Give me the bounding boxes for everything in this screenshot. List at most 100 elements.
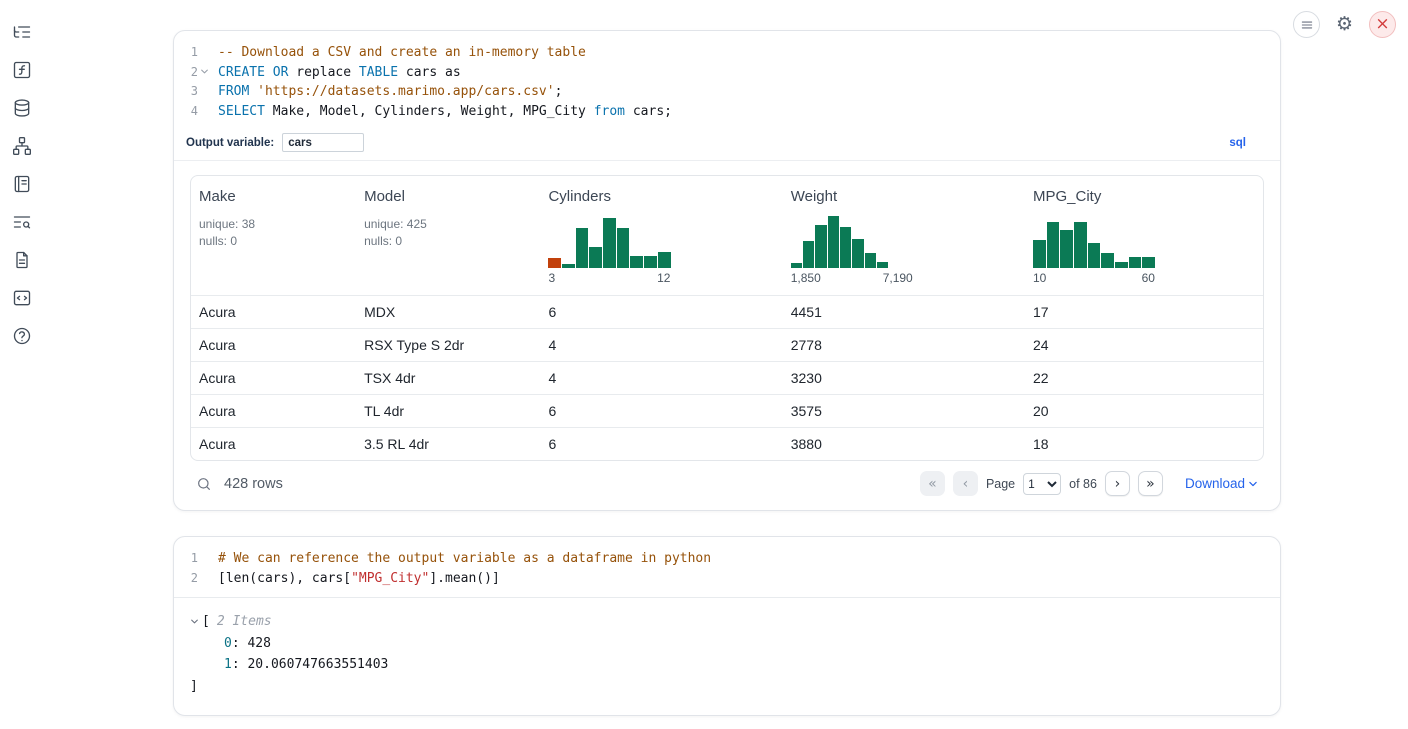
hist-bar[interactable] [865, 253, 876, 268]
hist-bar[interactable] [791, 263, 802, 268]
download-button[interactable]: Download [1185, 476, 1258, 491]
close-icon[interactable]: × [1369, 11, 1396, 38]
hist-bar[interactable] [603, 218, 616, 268]
column-stats: unique: 425nulls: 0 [364, 216, 532, 250]
column-label: Cylinders [548, 188, 774, 205]
table-row[interactable]: AcuraTL 4dr6357520 [191, 395, 1263, 428]
notebook: 1 -- Download a CSV and create an in-memo… [173, 30, 1281, 716]
table-row[interactable]: AcuraTSX 4dr4323022 [191, 362, 1263, 395]
line-number: 2 [182, 63, 198, 83]
menu-icon[interactable] [1293, 11, 1320, 38]
code-line[interactable]: 4SELECT Make, Model, Cylinders, Weight, … [182, 102, 1268, 122]
column-stats: unique: 38nulls: 0 [199, 216, 348, 250]
code-text[interactable]: -- Download a CSV and create an in-memor… [218, 43, 586, 63]
code-line[interactable]: 3FROM 'https://datasets.marimo.app/cars.… [182, 82, 1268, 102]
table-cell: 6 [540, 428, 782, 461]
column-header-cylinders[interactable]: Cylinders 312 [540, 176, 782, 296]
documentation-icon[interactable] [10, 248, 34, 272]
hist-bar[interactable] [1033, 240, 1046, 268]
hist-bar[interactable] [562, 264, 575, 268]
hist-bar[interactable] [576, 228, 589, 268]
table-cell: Acura [191, 329, 356, 362]
table-cell: 4 [540, 329, 782, 362]
histogram-mpg_city[interactable]: 1060 [1033, 216, 1155, 285]
fold-chevron-icon[interactable] [198, 67, 211, 76]
table-cell: 18 [1025, 428, 1263, 461]
histogram-weight[interactable]: 1,8507,190 [791, 216, 913, 285]
code-text[interactable]: CREATE OR replace TABLE cars as [218, 63, 461, 83]
column-header-model[interactable]: Modelunique: 425nulls: 0 [356, 176, 540, 296]
functions-icon[interactable] [10, 58, 34, 82]
settings-gear-icon[interactable]: ⚙ [1331, 11, 1358, 38]
table-cell: 6 [540, 296, 782, 329]
hist-bar[interactable] [658, 252, 671, 268]
datasources-icon[interactable] [10, 96, 34, 120]
table-row[interactable]: AcuraRSX Type S 2dr4277824 [191, 329, 1263, 362]
hist-bar[interactable] [644, 256, 657, 268]
help-icon[interactable] [10, 324, 34, 348]
column-label: MPG_City [1033, 188, 1255, 205]
hist-bar[interactable] [1074, 222, 1087, 268]
code-line[interactable]: 2[len(cars), cars["MPG_City"].mean()] [182, 569, 1268, 589]
language-badge: sql [1229, 137, 1246, 149]
page-select[interactable]: 1 [1023, 473, 1061, 495]
code-text[interactable]: SELECT Make, Model, Cylinders, Weight, M… [218, 102, 672, 122]
open-bracket: [ [202, 611, 210, 633]
hist-bar[interactable] [548, 258, 561, 268]
python-code-editor[interactable]: 1 # We can reference the output variable … [174, 537, 1280, 597]
code-line[interactable]: 1 # We can reference the output variable … [182, 549, 1268, 569]
hist-bar[interactable] [1047, 222, 1060, 268]
table-cell: 17 [1025, 296, 1263, 329]
logs-search-icon[interactable] [10, 210, 34, 234]
hist-bar[interactable] [1115, 262, 1128, 268]
collapse-chevron-icon[interactable] [190, 617, 199, 626]
file-tree-icon[interactable] [10, 20, 34, 44]
of-label: of 86 [1069, 477, 1097, 491]
prev-page-button[interactable]: ‹ [953, 471, 978, 496]
hist-bar[interactable] [803, 241, 814, 268]
dependency-graph-icon[interactable] [10, 134, 34, 158]
hist-bar[interactable] [1088, 243, 1101, 268]
hist-bar[interactable] [1142, 257, 1155, 268]
next-page-button[interactable]: › [1105, 471, 1130, 496]
code-text[interactable]: FROM 'https://datasets.marimo.app/cars.c… [218, 82, 562, 102]
table-row[interactable]: Acura3.5 RL 4dr6388018 [191, 428, 1263, 461]
column-header-mpg_city[interactable]: MPG_City 1060 [1025, 176, 1263, 296]
hist-bar[interactable] [589, 247, 602, 268]
code-line[interactable]: 2 CREATE OR replace TABLE cars as [182, 63, 1268, 83]
column-header-make[interactable]: Makeunique: 38nulls: 0 [191, 176, 356, 296]
data-table: Makeunique: 38nulls: 0Modelunique: 425nu… [190, 175, 1264, 461]
table-cell: 4451 [783, 296, 1025, 329]
item-index: 0 [224, 636, 232, 651]
last-page-button[interactable]: » [1138, 471, 1163, 496]
output-variable-row: Output variable: sql [174, 130, 1280, 161]
code-text[interactable]: [len(cars), cars["MPG_City"].mean()] [218, 569, 500, 589]
scratchpad-icon[interactable] [10, 172, 34, 196]
hist-bar[interactable] [630, 256, 643, 268]
hist-min-label: 10 [1033, 271, 1046, 285]
hist-bar[interactable] [617, 228, 630, 268]
first-page-button[interactable]: « [920, 471, 945, 496]
sidebar [0, 0, 44, 729]
hist-bar[interactable] [877, 262, 888, 268]
item-index: 1 [224, 657, 232, 672]
hist-bar[interactable] [1101, 253, 1114, 268]
hist-bar[interactable] [1060, 230, 1073, 268]
table-cell: Acura [191, 362, 356, 395]
snippets-icon[interactable] [10, 286, 34, 310]
search-icon[interactable] [196, 476, 212, 492]
output-variable-input[interactable] [282, 133, 364, 152]
hist-bar[interactable] [852, 239, 863, 268]
code-line[interactable]: 1-- Download a CSV and create an in-memo… [182, 43, 1268, 63]
hist-bar[interactable] [840, 227, 851, 268]
line-number: 1 [182, 549, 198, 569]
sql-code-editor[interactable]: 1-- Download a CSV and create an in-memo… [174, 31, 1280, 130]
column-header-weight[interactable]: Weight1,8507,190 [783, 176, 1025, 296]
histogram-cylinders[interactable]: 312 [548, 216, 670, 285]
code-text[interactable]: # We can reference the output variable a… [218, 549, 711, 569]
hist-bar[interactable] [1129, 257, 1142, 268]
hist-bar[interactable] [815, 225, 826, 268]
cell-python: 1 # We can reference the output variable … [173, 536, 1281, 716]
table-row[interactable]: AcuraMDX6445117 [191, 296, 1263, 329]
hist-bar[interactable] [828, 216, 839, 268]
